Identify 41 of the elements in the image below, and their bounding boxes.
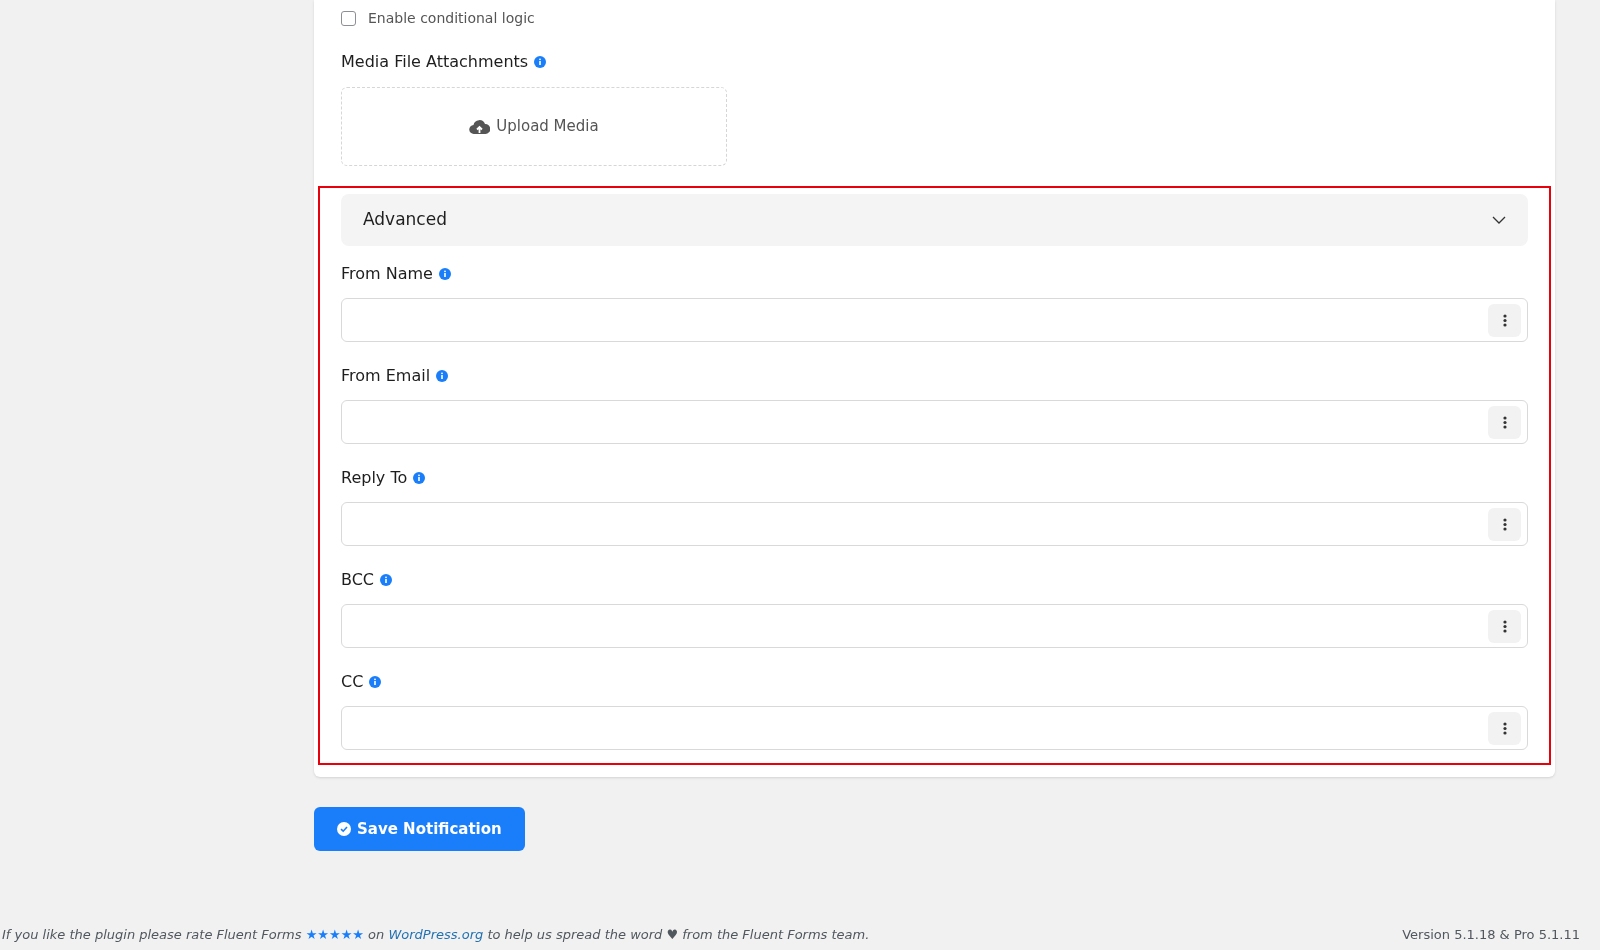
more-options-button[interactable] <box>1488 303 1521 337</box>
field-label: From Name <box>341 263 433 285</box>
info-icon <box>534 56 547 68</box>
field-label: Media File Attachments <box>341 51 529 73</box>
checkbox[interactable] <box>341 10 356 26</box>
advanced-section-header[interactable]: Advanced <box>341 194 1528 246</box>
text-input-field[interactable] <box>341 502 1528 546</box>
info-icon <box>380 574 393 586</box>
vertical-dots-icon <box>1502 721 1507 735</box>
info-icon <box>438 268 451 280</box>
field-label: From Email <box>341 365 431 387</box>
field-label: CC <box>341 671 364 693</box>
wordpress-link[interactable]: WordPress.org <box>388 927 484 942</box>
footer-text: If you like the plugin please rate Fluent Forms ★★★★★ on WordPress.org to help us spread the word ♥ from the Fluent Forms team. <box>2 926 870 944</box>
vertical-dots-icon <box>1502 313 1507 327</box>
checkbox-label: Enable conditional logic <box>368 8 535 28</box>
more-options-button[interactable] <box>1488 507 1521 541</box>
upload-dropzone[interactable]: Upload Media <box>341 87 727 166</box>
more-options-button[interactable] <box>1488 711 1521 745</box>
vertical-dots-icon <box>1502 517 1507 531</box>
more-options-button[interactable] <box>1488 405 1521 439</box>
text-input-field[interactable] <box>341 604 1528 648</box>
more-options-button[interactable] <box>1488 609 1521 643</box>
version-text: Version 5.1.18 & Pro 5.1.11 <box>1402 926 1580 944</box>
vertical-dots-icon <box>1502 415 1507 429</box>
check-circle-icon <box>337 822 351 836</box>
chevron-down-icon <box>1492 216 1506 224</box>
cloud-upload-icon <box>469 118 491 135</box>
upload-media-label: Upload Media <box>496 116 599 138</box>
field-label: Reply To <box>341 467 408 489</box>
info-icon <box>369 676 382 688</box>
field-label: BCC <box>341 569 375 591</box>
info-icon <box>413 472 426 484</box>
text-input-field[interactable] <box>341 706 1528 750</box>
vertical-dots-icon <box>1502 619 1507 633</box>
text-input-field[interactable] <box>341 400 1528 444</box>
text-input-field[interactable] <box>341 298 1528 342</box>
save-notification-button[interactable]: Save Notification <box>314 807 525 851</box>
section-title: Advanced <box>363 208 447 232</box>
rating-stars-link[interactable]: ★★★★★ <box>305 927 364 942</box>
info-icon <box>436 370 449 382</box>
